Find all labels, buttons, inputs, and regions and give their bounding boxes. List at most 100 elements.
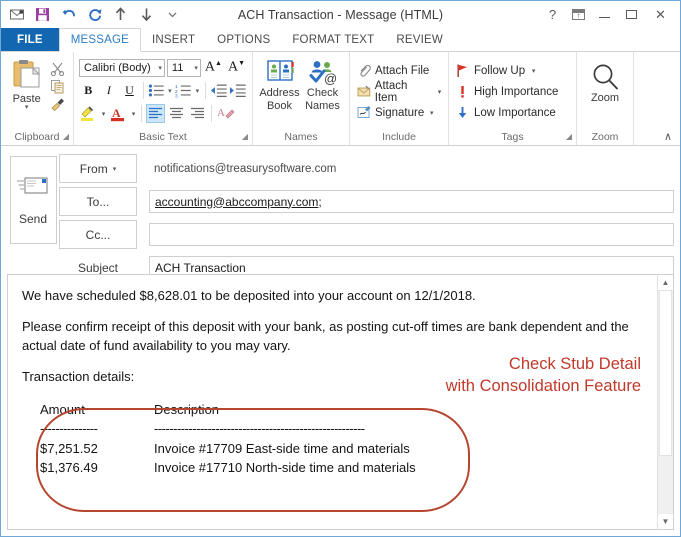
highlight-caret-icon[interactable]: ▾ — [100, 110, 107, 118]
ribbon-group-clipboard: Paste ▾ Clipboard ◢ — [1, 52, 74, 145]
format-painter-icon[interactable] — [50, 97, 66, 112]
tab-options[interactable]: OPTIONS — [206, 28, 281, 51]
tab-format-text[interactable]: FORMAT TEXT — [281, 28, 385, 51]
message-body[interactable]: We have scheduled $8,628.01 to be deposi… — [8, 275, 657, 529]
paste-caret-icon[interactable]: ▾ — [25, 104, 29, 111]
send-button[interactable]: Send — [9, 156, 57, 244]
ribbon-group-tags: Follow Up ▾ High Importance Low Importan… — [449, 52, 577, 145]
tab-message[interactable]: MESSAGE — [58, 28, 141, 52]
scroll-thumb[interactable] — [659, 290, 672, 456]
grow-font-button[interactable]: A▲ — [203, 59, 224, 76]
next-item-icon[interactable] — [138, 6, 155, 23]
body-scrollbar[interactable]: ▲ ▼ — [657, 275, 673, 529]
italic-button[interactable]: I — [100, 81, 119, 100]
font-color-icon[interactable]: A — [109, 105, 128, 122]
copy-icon[interactable] — [50, 79, 65, 94]
undo-icon[interactable] — [60, 6, 77, 23]
numbering-caret-icon[interactable]: ▾ — [194, 87, 201, 95]
bold-button[interactable]: B — [79, 81, 98, 100]
signature-button[interactable]: Signature ▾ — [355, 102, 435, 123]
attach-item-button[interactable]: Attach Item ▾ — [355, 80, 443, 104]
clipboard-label: Clipboard — [14, 131, 60, 143]
ribbon: Paste ▾ Clipboard ◢ Calibri (Body) ▾ 11 … — [1, 52, 680, 146]
minimize-button[interactable] — [599, 12, 614, 18]
numbering-icon[interactable]: 1 2 3 — [175, 83, 192, 98]
attach-file-label: Attach File — [375, 64, 430, 77]
font-size-caret-icon[interactable]: ▾ — [191, 64, 198, 72]
font-name-caret-icon[interactable]: ▾ — [155, 64, 162, 72]
message-header: Send From ▾ notifications@treasurysoftwa… — [1, 146, 680, 279]
tab-review[interactable]: REVIEW — [385, 28, 454, 51]
maximize-button[interactable] — [626, 10, 641, 19]
scroll-up-arrow[interactable]: ▲ — [658, 275, 673, 290]
customize-qat-icon[interactable] — [164, 6, 181, 23]
follow-up-button[interactable]: Follow Up ▾ — [454, 60, 537, 81]
clear-formatting-icon[interactable]: A — [216, 105, 235, 122]
check-names-button[interactable]: @ Check Names — [301, 59, 344, 113]
to-row: To... accounting@abccompany.com; — [59, 187, 674, 216]
cut-icon[interactable] — [50, 61, 65, 76]
help-button[interactable]: ? — [545, 8, 560, 21]
svg-text:3: 3 — [175, 93, 178, 98]
row-amount: $7,251.52 — [40, 440, 98, 456]
text-highlight-color-icon[interactable] — [79, 105, 98, 122]
row-amount: $1,376.49 — [40, 460, 98, 476]
scroll-track[interactable] — [658, 290, 673, 514]
window-controls: ? ✕ — [545, 8, 680, 21]
ribbon-display-options-icon[interactable] — [572, 9, 587, 20]
shrink-font-button[interactable]: A▼ — [226, 59, 247, 76]
tags-dialog-launcher[interactable]: ◢ — [566, 129, 572, 144]
align-center-button[interactable] — [167, 104, 186, 123]
underline-button[interactable]: U — [120, 81, 139, 100]
divider — [204, 82, 206, 99]
cc-button[interactable]: Cc... — [59, 220, 137, 249]
scroll-down-arrow[interactable]: ▼ — [658, 514, 673, 529]
follow-up-caret-icon[interactable]: ▾ — [530, 67, 537, 75]
align-left-button[interactable] — [146, 104, 165, 123]
redo-icon[interactable] — [86, 6, 103, 23]
clipboard-dialog-launcher[interactable]: ◢ — [63, 129, 69, 144]
address-book-button[interactable]: Address Book — [258, 59, 301, 113]
paste-button[interactable]: Paste ▾ — [6, 57, 47, 111]
to-input[interactable]: accounting@abccompany.com; — [149, 190, 674, 213]
divider — [141, 105, 142, 122]
check-stub-detail: Amount Description --------------- -----… — [22, 400, 645, 512]
to-button[interactable]: To... — [59, 187, 137, 216]
high-importance-button[interactable]: High Importance — [454, 81, 558, 102]
bullets-caret-icon[interactable]: ▾ — [166, 87, 173, 95]
attach-item-caret-icon[interactable]: ▾ — [436, 88, 443, 96]
send-label: Send — [18, 212, 48, 226]
close-button[interactable]: ✕ — [653, 8, 668, 21]
from-caret-icon[interactable]: ▾ — [113, 165, 117, 173]
grow-font-label: A — [204, 59, 215, 75]
collapse-ribbon-button[interactable]: ∧ — [664, 130, 672, 143]
tab-file[interactable]: FILE — [1, 28, 59, 51]
font-size-value: 11 — [171, 61, 184, 74]
increase-indent-icon[interactable] — [229, 83, 247, 98]
ribbon-group-zoom: Zoom Zoom — [577, 52, 634, 145]
from-label: From — [79, 161, 108, 176]
font-name-input[interactable]: Calibri (Body) ▾ — [79, 58, 165, 77]
bullets-icon[interactable] — [148, 83, 165, 98]
check-names-label-2: Names — [305, 100, 340, 112]
save-icon[interactable] — [34, 6, 51, 23]
decrease-indent-icon[interactable] — [210, 83, 228, 98]
font-size-input[interactable]: 11 ▾ — [166, 58, 201, 77]
align-right-button[interactable] — [188, 104, 207, 123]
header-description: Description — [154, 401, 220, 417]
tab-insert[interactable]: INSERT — [141, 28, 206, 51]
ribbon-group-label-basic-text: Basic Text ◢ — [74, 130, 252, 145]
signature-caret-icon[interactable]: ▾ — [428, 109, 435, 117]
envelope-icon[interactable] — [8, 6, 25, 23]
basic-text-dialog-launcher[interactable]: ◢ — [242, 129, 248, 144]
attach-file-button[interactable]: Attach File — [355, 60, 429, 81]
low-importance-button[interactable]: Low Importance — [454, 102, 556, 123]
table-divider-row: --------------- ------------------------… — [40, 419, 416, 439]
font-color-caret-icon[interactable]: ▾ — [130, 110, 137, 118]
shrink-font-label: A — [227, 59, 239, 75]
svg-text:@: @ — [324, 71, 337, 86]
previous-item-icon[interactable] — [112, 6, 129, 23]
zoom-button[interactable]: Zoom — [582, 62, 628, 104]
from-button[interactable]: From ▾ — [59, 154, 137, 183]
cc-input[interactable] — [149, 223, 674, 246]
